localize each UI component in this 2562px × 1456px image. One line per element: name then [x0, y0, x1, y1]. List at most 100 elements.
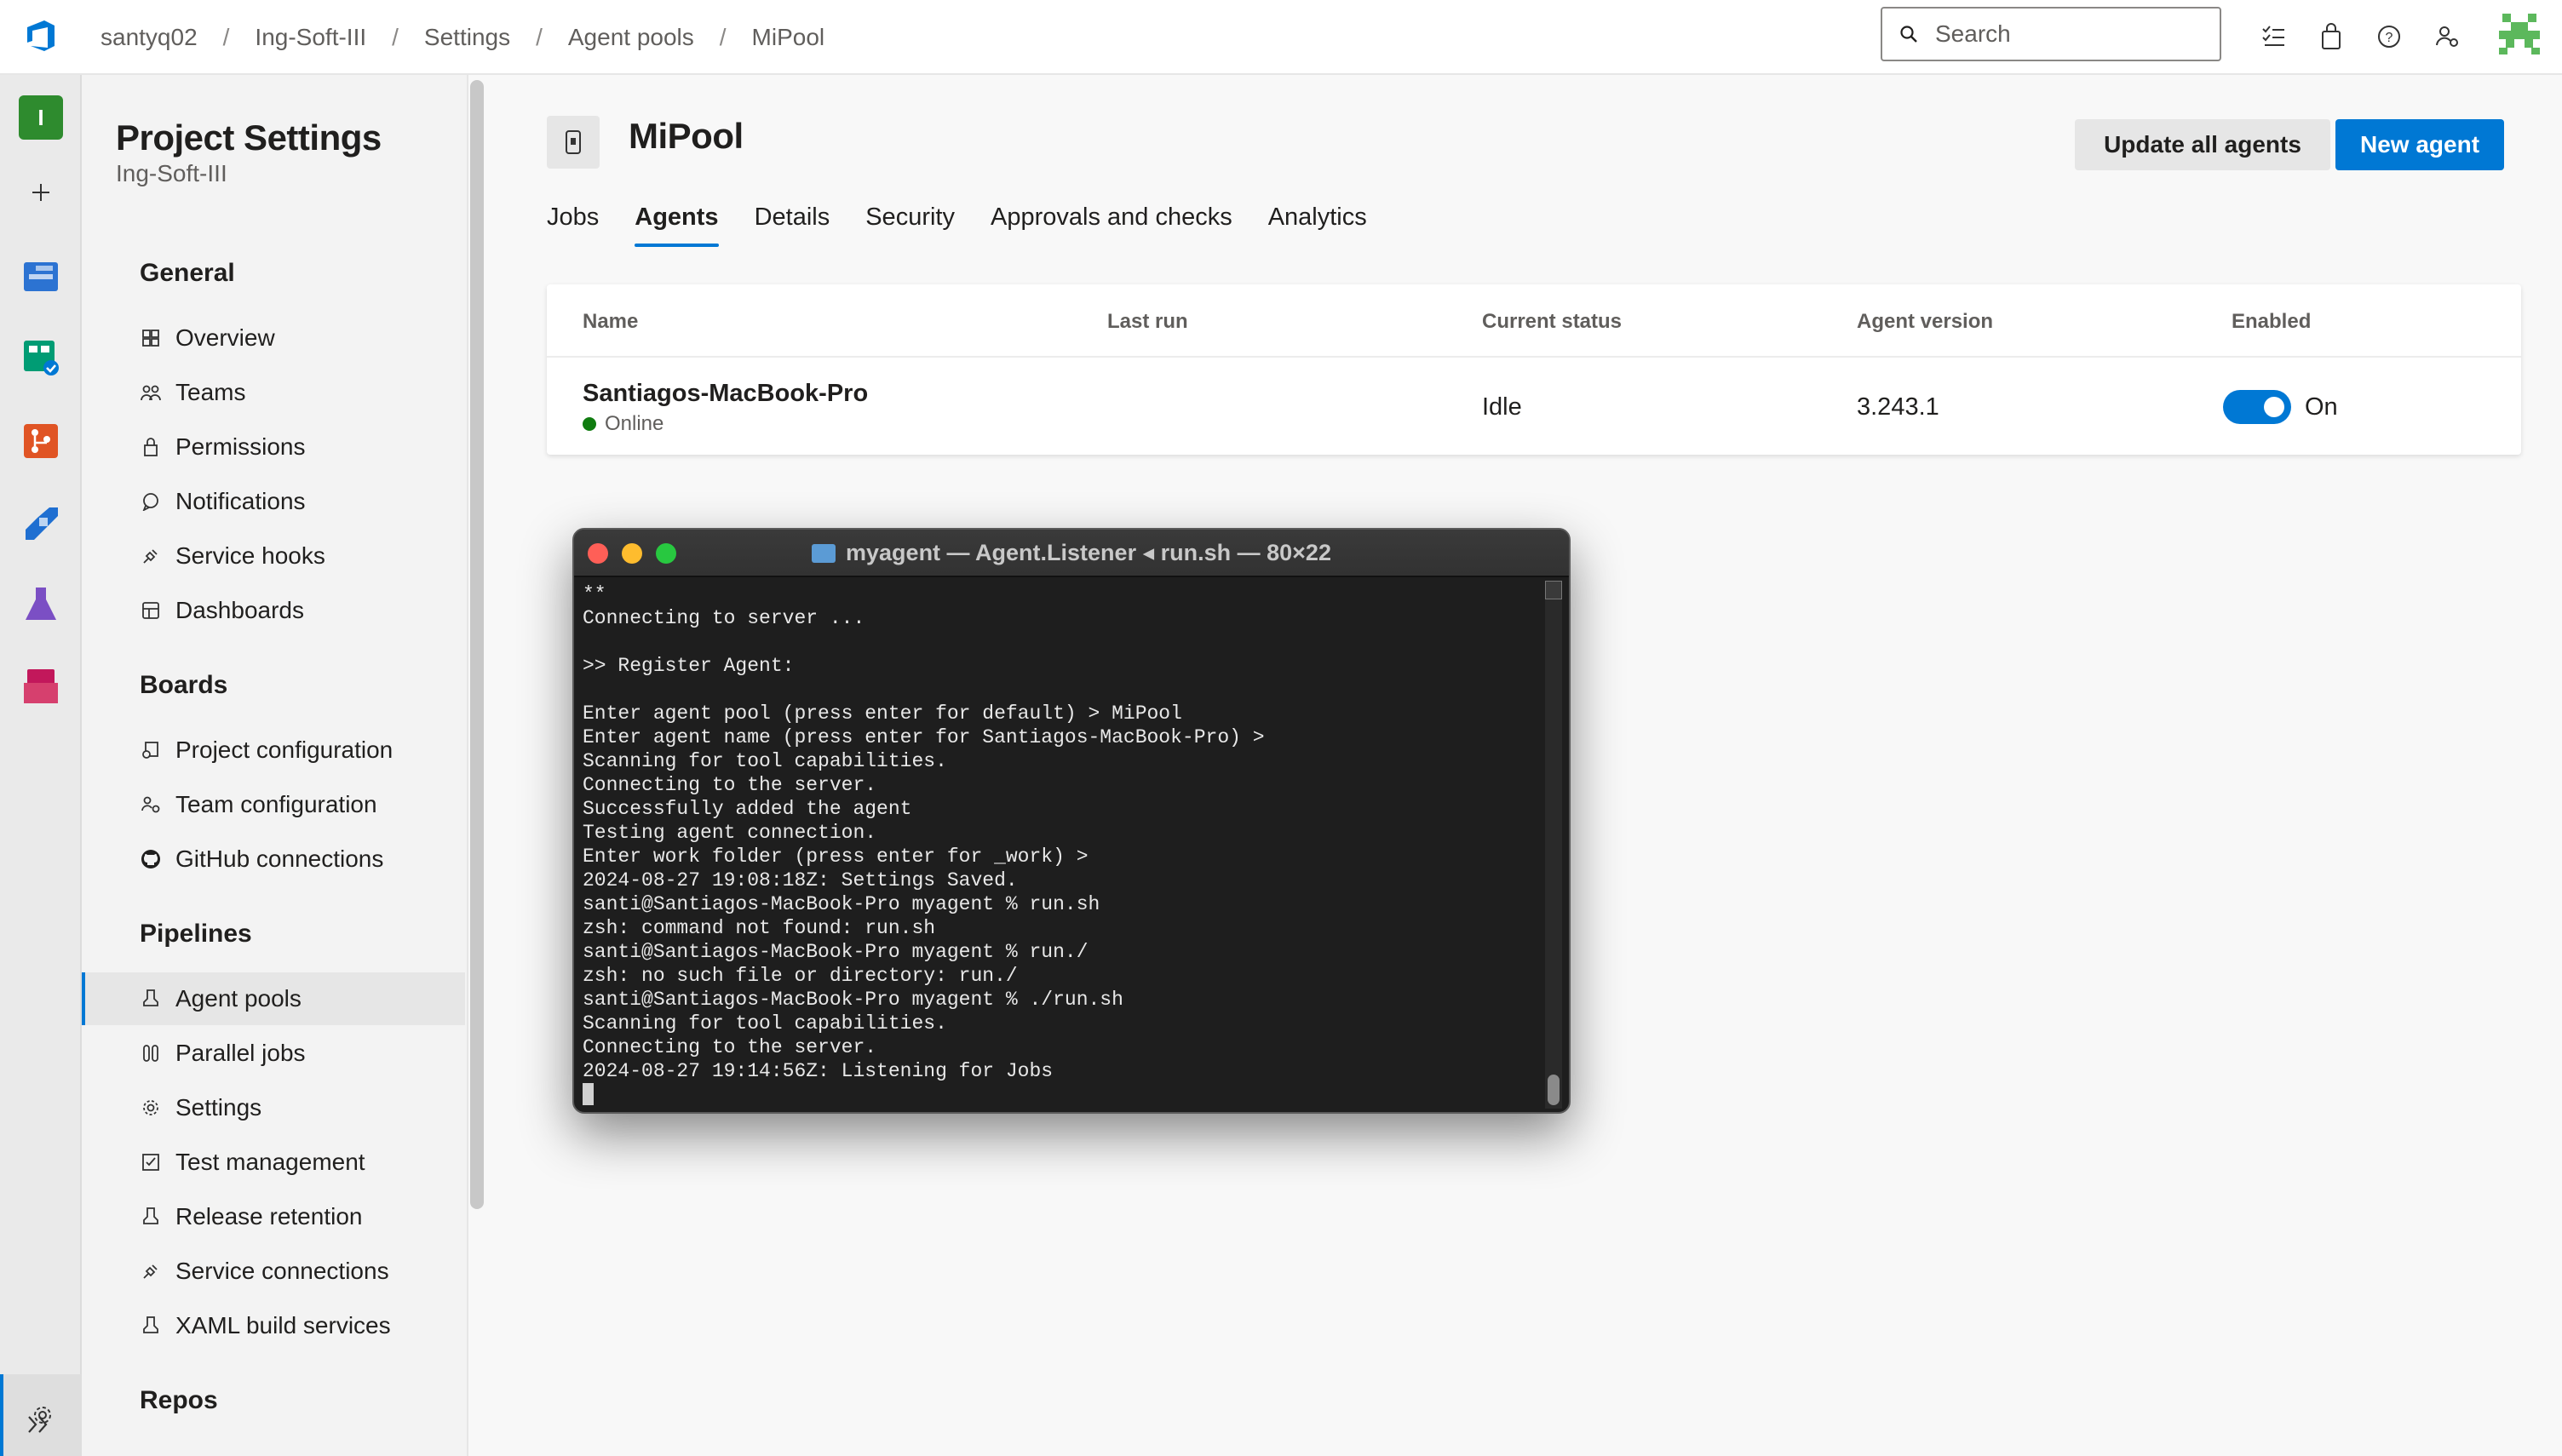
boards-icon[interactable]	[19, 335, 63, 380]
breadcrumb-organization[interactable]: santyq02	[101, 24, 198, 51]
nav-item-label: Release retention	[175, 1203, 363, 1230]
nav-item-label: Agent pools	[175, 985, 302, 1012]
terminal-title-text: myagent — Agent.Listener ◂ run.sh — 80×2…	[846, 540, 1331, 565]
user-avatar[interactable]	[2496, 10, 2543, 58]
terminal-line: Successfully added the agent	[583, 798, 912, 820]
nav-item-xaml-build-services[interactable]: XAML build services	[82, 1299, 465, 1352]
marketplace-bag-icon[interactable]	[2313, 19, 2349, 54]
agent-version: 3.243.1	[1857, 393, 1939, 421]
azure-devops-logo-icon[interactable]	[22, 17, 60, 54]
agent-current-status: Idle	[1482, 393, 1522, 421]
folder-icon	[812, 543, 836, 563]
terminal-line: >> Register Agent:	[583, 655, 795, 677]
terminal-titlebar[interactable]: myagent — Agent.Listener ◂ run.sh — 80×2…	[574, 530, 1569, 577]
search-box[interactable]	[1881, 7, 2221, 61]
help-icon[interactable]: ?	[2371, 19, 2407, 54]
nav-item-test-management[interactable]: Test management	[82, 1136, 465, 1189]
breadcrumb-agent-pools[interactable]: Agent pools	[568, 24, 694, 51]
svg-text:?: ?	[2386, 31, 2393, 45]
tab-security[interactable]: Security	[865, 198, 955, 257]
nav-item-notifications[interactable]: Notifications	[82, 475, 465, 528]
terminal-output[interactable]: ** Connecting to server ... >> Register A…	[583, 582, 1545, 1110]
breadcrumb-pool[interactable]: MiPool	[752, 24, 825, 51]
nav-item-teams[interactable]: Teams	[82, 366, 465, 419]
artifacts-icon[interactable]	[19, 664, 63, 708]
terminal-line: Enter agent pool (press enter for defaul…	[583, 702, 1182, 725]
terminal-window[interactable]: myagent — Agent.Listener ◂ run.sh — 80×2…	[572, 528, 1571, 1114]
nav-item-pipeline-settings[interactable]: Settings	[82, 1081, 465, 1134]
search-icon	[1900, 26, 1917, 43]
column-header-last-run[interactable]: Last run	[1107, 310, 1188, 334]
release-retention-icon	[140, 1206, 162, 1228]
expand-rail-icon[interactable]	[22, 1413, 56, 1440]
column-header-enabled[interactable]: Enabled	[2232, 310, 2311, 334]
terminal-scrollbar[interactable]	[1545, 581, 1562, 1109]
update-all-agents-button[interactable]: Update all agents	[2075, 119, 2330, 170]
nav-item-parallel-jobs[interactable]: Parallel jobs	[82, 1027, 465, 1080]
nav-item-project-configuration[interactable]: Project configuration	[82, 724, 465, 777]
settings-sidebar: Project Settings Ing-Soft-III General Ov…	[82, 75, 468, 1456]
user-settings-icon[interactable]	[2429, 19, 2465, 54]
breadcrumb-project[interactable]: Ing-Soft-III	[255, 24, 366, 51]
task-list-icon[interactable]	[2255, 19, 2291, 54]
terminal-cursor	[583, 1083, 1545, 1107]
tab-approvals-and-checks[interactable]: Approvals and checks	[991, 198, 1232, 257]
terminal-line: santi@Santiagos-MacBook-Pro myagent % ru…	[583, 893, 1100, 915]
nav-item-github-connections[interactable]: GitHub connections	[82, 833, 465, 886]
table-header: Name Last run Current status Agent versi…	[547, 284, 2521, 358]
column-header-agent-version[interactable]: Agent version	[1857, 310, 1993, 334]
terminal-line: Testing agent connection.	[583, 822, 877, 844]
terminal-line: 2024-08-27 19:14:56Z: Listening for Jobs	[583, 1060, 1054, 1082]
nav-group-repos: Repos	[140, 1386, 218, 1414]
nav-group-general: General	[140, 259, 235, 287]
nav-item-service-hooks[interactable]: Service hooks	[82, 530, 465, 582]
pool-tabs: Jobs Agents Details Security Approvals a…	[547, 198, 1403, 257]
new-agent-button[interactable]: New agent	[2335, 119, 2504, 170]
nav-item-agent-pools[interactable]: Agent pools	[82, 972, 465, 1025]
agent-name[interactable]: Santiagos-MacBook-Pro	[583, 380, 868, 408]
app-rail: I	[0, 75, 82, 1456]
online-dot-icon	[583, 417, 596, 431]
nav-item-label: Project configuration	[175, 737, 393, 763]
tab-jobs[interactable]: Jobs	[547, 198, 599, 257]
agent-enabled-label: On	[2305, 393, 2338, 421]
terminal-scroll-button[interactable]	[1545, 581, 1562, 599]
project-configuration-icon	[140, 739, 162, 761]
nav-item-service-connections[interactable]: Service connections	[82, 1245, 465, 1298]
tab-agents[interactable]: Agents	[635, 198, 719, 257]
dashboard-icon	[140, 599, 162, 622]
nav-item-dashboards[interactable]: Dashboards	[82, 584, 465, 637]
terminal-line: zsh: command not found: run.sh	[583, 917, 936, 939]
breadcrumb-separator: /	[222, 24, 230, 50]
sidebar-scrollbar[interactable]	[470, 80, 484, 1209]
agent-enabled-toggle[interactable]	[2223, 390, 2291, 424]
breadcrumb-settings[interactable]: Settings	[424, 24, 510, 51]
column-header-current-status[interactable]: Current status	[1482, 310, 1622, 334]
page-title: MiPool	[629, 116, 744, 156]
search-input[interactable]	[1935, 20, 2208, 48]
pipelines-icon[interactable]	[19, 501, 63, 545]
project-avatar[interactable]: I	[19, 95, 63, 140]
overview-icon[interactable]	[19, 254, 63, 298]
nav-item-overview[interactable]: Overview	[82, 312, 465, 364]
nav-item-permissions[interactable]: Permissions	[82, 421, 465, 473]
top-bar: santyq02 / Ing-Soft-III / Settings / Age…	[0, 0, 2562, 75]
nav-item-team-configuration[interactable]: Team configuration	[82, 778, 465, 831]
project-settings-title: Project Settings	[116, 118, 382, 158]
terminal-scroll-thumb[interactable]	[1548, 1075, 1560, 1105]
tab-analytics[interactable]: Analytics	[1268, 198, 1367, 257]
nav-item-label: GitHub connections	[175, 846, 384, 872]
breadcrumb-separator: /	[392, 24, 399, 50]
repos-icon[interactable]	[19, 419, 63, 463]
nav-group-pipelines: Pipelines	[140, 920, 252, 948]
tab-details[interactable]: Details	[755, 198, 830, 257]
add-icon[interactable]	[19, 170, 63, 215]
plug-icon	[140, 545, 162, 567]
breadcrumb-separator: /	[719, 24, 727, 50]
nav-item-release-retention[interactable]: Release retention	[82, 1190, 465, 1243]
column-header-name[interactable]: Name	[583, 310, 638, 334]
test-plans-icon[interactable]	[19, 582, 63, 627]
github-icon	[140, 848, 162, 870]
terminal-line: santi@Santiagos-MacBook-Pro myagent % ./…	[583, 989, 1123, 1011]
